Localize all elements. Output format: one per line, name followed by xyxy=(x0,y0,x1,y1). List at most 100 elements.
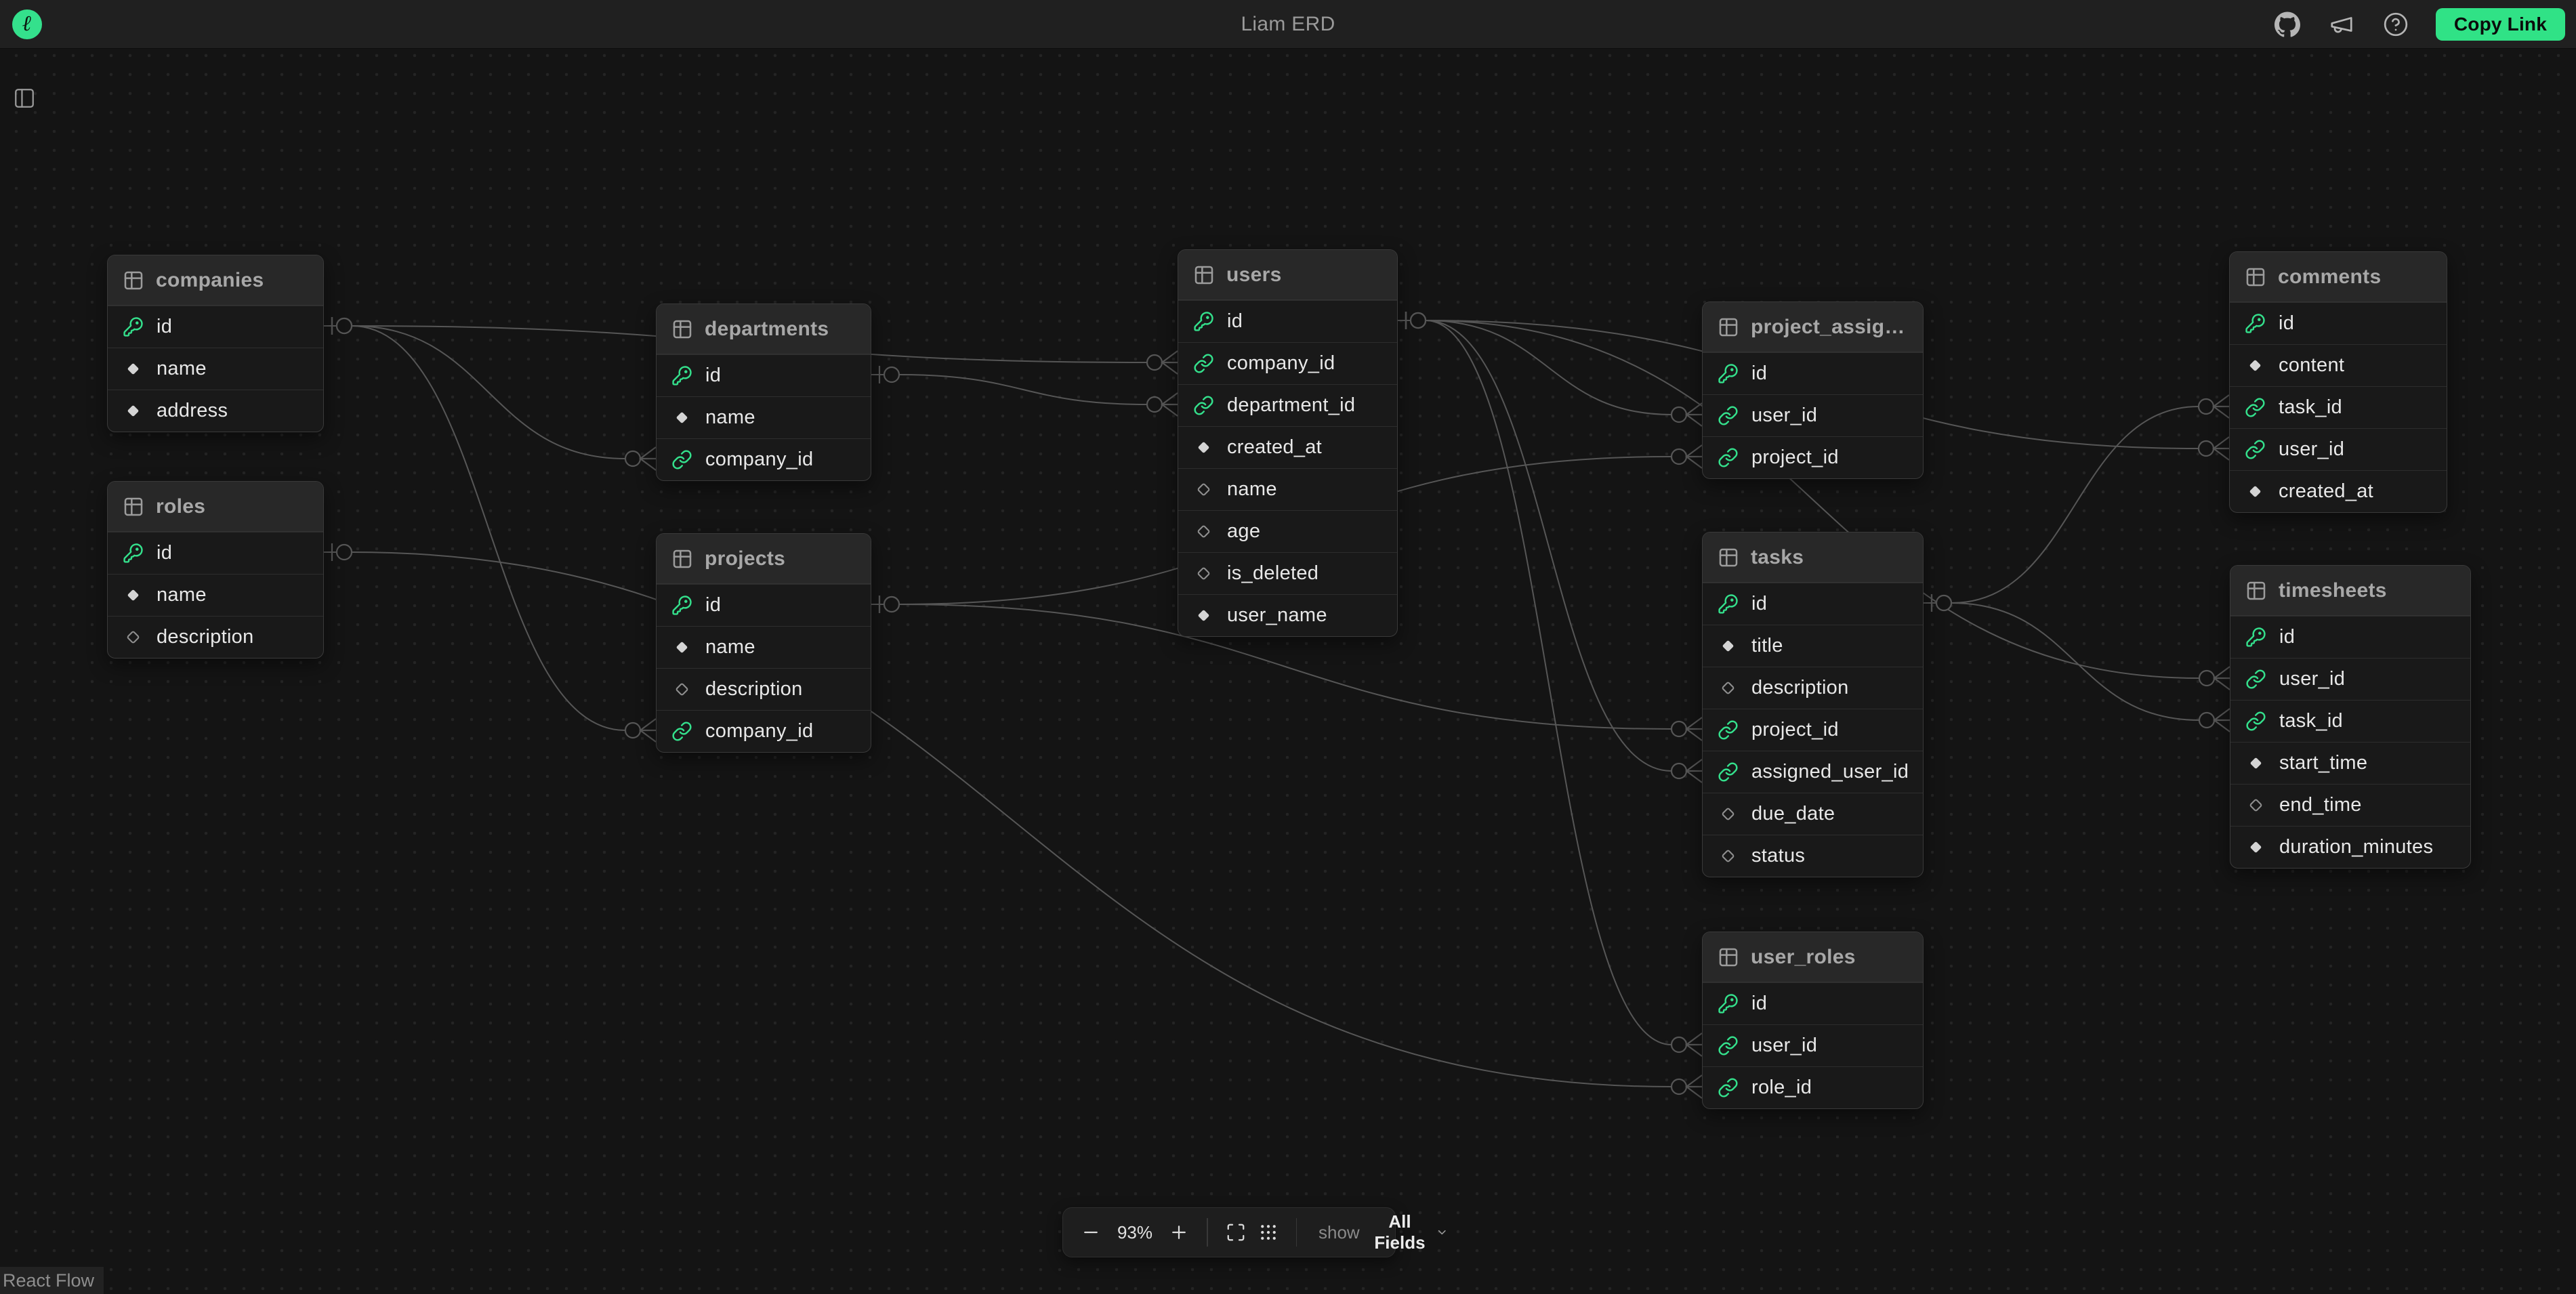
column-row-projects-company_id[interactable]: company_id xyxy=(657,710,871,752)
column-row-project_assignments-project_id[interactable]: project_id xyxy=(1703,436,1923,478)
table-name: companies xyxy=(156,269,264,292)
column-row-timesheets-task_id[interactable]: task_id xyxy=(2230,700,2470,742)
table-companies[interactable]: companies id name address xyxy=(107,255,324,432)
liam-logo-glyph: ℓ xyxy=(22,11,32,36)
table-header-roles[interactable]: roles xyxy=(108,482,323,532)
table-header-comments[interactable]: comments xyxy=(2230,252,2447,302)
erd-canvas[interactable]: companies id name address roles id name … xyxy=(0,0,2576,1294)
column-row-project_assignments-user_id[interactable]: user_id xyxy=(1703,394,1923,436)
table-name: users xyxy=(1226,264,1282,287)
column-name: role_id xyxy=(1751,1077,1812,1099)
column-row-projects-id[interactable]: id xyxy=(657,584,871,626)
table-header-departments[interactable]: departments xyxy=(657,304,871,354)
column-row-tasks-description[interactable]: description xyxy=(1703,667,1923,709)
table-icon xyxy=(1718,316,1739,338)
table-users[interactable]: users id company_id department_id create… xyxy=(1178,249,1398,637)
column-row-users-created_at[interactable]: created_at xyxy=(1178,426,1397,468)
table-roles[interactable]: roles id name description xyxy=(107,481,324,659)
filled-diamond-icon xyxy=(2245,355,2266,376)
table-header-user_roles[interactable]: user_roles xyxy=(1703,932,1923,982)
column-row-timesheets-duration_minutes[interactable]: duration_minutes xyxy=(2230,826,2470,868)
react-flow-attribution[interactable]: React Flow xyxy=(0,1267,104,1294)
github-icon xyxy=(2274,12,2300,37)
column-name: age xyxy=(1227,520,1260,543)
column-name: company_id xyxy=(1227,352,1335,375)
column-row-users-id[interactable]: id xyxy=(1178,300,1397,342)
column-row-departments-id[interactable]: id xyxy=(657,354,871,396)
table-project_assignments[interactable]: project_assignments id user_id project_i… xyxy=(1702,301,1924,479)
fields-filter-select[interactable]: All Fields xyxy=(1372,1211,1449,1253)
column-row-users-age[interactable]: age xyxy=(1178,510,1397,552)
liam-logo[interactable]: ℓ xyxy=(12,9,42,39)
column-row-companies-name[interactable]: name xyxy=(108,348,323,390)
table-icon xyxy=(1193,264,1215,286)
column-row-tasks-title[interactable]: title xyxy=(1703,625,1923,667)
column-row-users-department_id[interactable]: department_id xyxy=(1178,384,1397,426)
column-row-tasks-status[interactable]: status xyxy=(1703,835,1923,877)
sidebar-toggle-button[interactable] xyxy=(9,83,40,114)
table-header-projects[interactable]: projects xyxy=(657,534,871,584)
tidy-up-button[interactable] xyxy=(1258,1222,1279,1243)
table-departments[interactable]: departments id name company_id xyxy=(656,304,871,481)
column-row-comments-task_id[interactable]: task_id xyxy=(2230,386,2447,428)
column-row-roles-description[interactable]: description xyxy=(108,616,323,658)
table-comments[interactable]: comments id content task_id user_id crea… xyxy=(2229,251,2447,513)
column-row-roles-name[interactable]: name xyxy=(108,574,323,616)
column-row-users-user_name[interactable]: user_name xyxy=(1178,594,1397,636)
filled-diamond-icon xyxy=(671,407,692,428)
column-row-comments-user_id[interactable]: user_id xyxy=(2230,428,2447,470)
table-header-tasks[interactable]: tasks xyxy=(1703,533,1923,583)
table-projects[interactable]: projects id name description company_id xyxy=(656,533,871,753)
github-button[interactable] xyxy=(2273,10,2302,39)
column-row-timesheets-id[interactable]: id xyxy=(2230,616,2470,658)
column-row-timesheets-user_id[interactable]: user_id xyxy=(2230,658,2470,700)
table-header-companies[interactable]: companies xyxy=(108,255,323,306)
column-row-timesheets-start_time[interactable]: start_time xyxy=(2230,742,2470,784)
help-button[interactable] xyxy=(2382,10,2410,39)
column-row-user_roles-role_id[interactable]: role_id xyxy=(1703,1066,1923,1108)
column-row-user_roles-user_id[interactable]: user_id xyxy=(1703,1024,1923,1066)
column-name: id xyxy=(2279,626,2295,648)
column-row-comments-content[interactable]: content xyxy=(2230,344,2447,386)
foreign-key-link-icon xyxy=(1718,447,1739,468)
table-user_roles[interactable]: user_roles id user_id role_id xyxy=(1702,932,1924,1109)
zoom-in-button[interactable] xyxy=(1169,1222,1189,1243)
column-row-users-name[interactable]: name xyxy=(1178,468,1397,510)
column-row-project_assignments-id[interactable]: id xyxy=(1703,352,1923,394)
column-row-tasks-id[interactable]: id xyxy=(1703,583,1923,625)
filled-diamond-icon xyxy=(1193,605,1214,626)
table-header-users[interactable]: users xyxy=(1178,250,1397,300)
table-timesheets[interactable]: timesheets id user_id task_id start_time… xyxy=(2230,565,2471,869)
column-name: due_date xyxy=(1751,803,1835,825)
table-header-project_assignments[interactable]: project_assignments xyxy=(1703,302,1923,352)
announcements-button[interactable] xyxy=(2327,10,2356,39)
column-row-comments-created_at[interactable]: created_at xyxy=(2230,470,2447,512)
column-row-roles-id[interactable]: id xyxy=(108,532,323,574)
zoom-out-button[interactable] xyxy=(1081,1222,1101,1243)
column-row-tasks-due_date[interactable]: due_date xyxy=(1703,793,1923,835)
column-row-departments-company_id[interactable]: company_id xyxy=(657,438,871,480)
fit-view-button[interactable] xyxy=(1226,1222,1246,1243)
column-row-companies-id[interactable]: id xyxy=(108,306,323,348)
column-row-projects-name[interactable]: name xyxy=(657,626,871,668)
table-icon xyxy=(1718,547,1739,568)
column-row-timesheets-end_time[interactable]: end_time xyxy=(2230,784,2470,826)
column-row-users-is_deleted[interactable]: is_deleted xyxy=(1178,552,1397,594)
column-row-tasks-assigned_user_id[interactable]: assigned_user_id xyxy=(1703,751,1923,793)
minus-icon xyxy=(1081,1222,1101,1243)
column-row-user_roles-id[interactable]: id xyxy=(1703,982,1923,1024)
column-row-companies-address[interactable]: address xyxy=(108,390,323,432)
column-name: description xyxy=(157,626,254,648)
column-row-projects-description[interactable]: description xyxy=(657,668,871,710)
table-header-timesheets[interactable]: timesheets xyxy=(2230,566,2470,616)
column-row-departments-name[interactable]: name xyxy=(657,396,871,438)
copy-link-button[interactable]: Copy Link xyxy=(2436,8,2565,41)
primary-key-icon xyxy=(671,365,692,386)
table-tasks[interactable]: tasks id title description project_id as… xyxy=(1702,532,1924,877)
column-name: status xyxy=(1751,845,1805,867)
column-row-comments-id[interactable]: id xyxy=(2230,302,2447,344)
column-name: is_deleted xyxy=(1227,562,1318,585)
primary-key-icon xyxy=(1718,363,1739,384)
column-row-users-company_id[interactable]: company_id xyxy=(1178,342,1397,384)
column-row-tasks-project_id[interactable]: project_id xyxy=(1703,709,1923,751)
